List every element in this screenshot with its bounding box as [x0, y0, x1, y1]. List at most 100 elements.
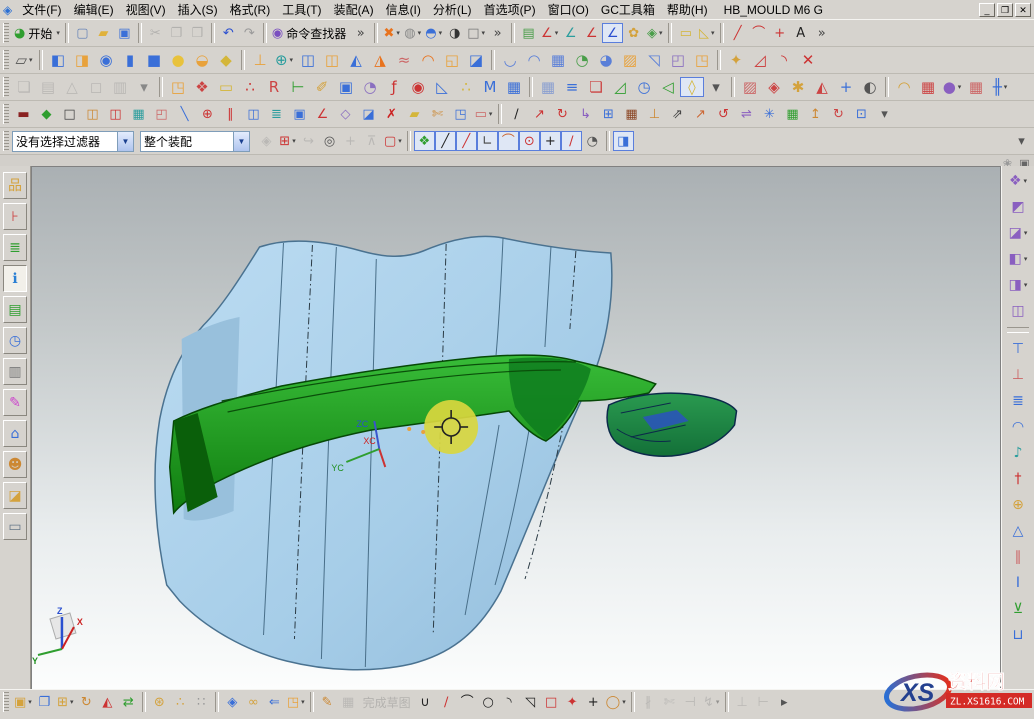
trim-sheet-icon[interactable]: ◪	[357, 104, 380, 124]
quick-trim-icon[interactable]: ✄	[659, 692, 680, 712]
snap-scope-icon[interactable]: ⊞▾	[277, 131, 298, 151]
pocket-icon[interactable]: ⊔	[1005, 623, 1031, 647]
dropdown-arrow-icon[interactable]: ▾	[292, 137, 296, 145]
revolve-icon[interactable]: ◉	[94, 50, 118, 70]
background-icon[interactable]: □▾	[465, 23, 487, 43]
general-selection-icon[interactable]: ◈	[256, 131, 277, 151]
dropdown-arrow-icon[interactable]: ▾	[958, 83, 962, 91]
angle-measure-icon[interactable]: ∠	[311, 104, 334, 124]
visual-snapshot-icon[interactable]: ❖	[190, 77, 214, 97]
dropdown-arrow-icon[interactable]: ▾	[489, 110, 493, 118]
rotate-arc-icon[interactable]: ↻	[551, 104, 574, 124]
dropdown-arrow-icon[interactable]: ▾	[1024, 281, 1028, 289]
shell-icon[interactable]: ◱	[440, 50, 464, 70]
deviation-gauge-icon[interactable]: +	[834, 77, 858, 97]
sketch-in-task-icon[interactable]: ✎	[317, 692, 338, 712]
hourglass-icon[interactable]: ◊	[680, 77, 704, 97]
update-views-icon[interactable]: ▥	[108, 77, 132, 97]
product-interface-icon[interactable]: ◳▾	[285, 692, 307, 712]
row5-more-icon[interactable]: ▾	[1011, 131, 1032, 151]
move-point-icon[interactable]: ↗	[689, 104, 712, 124]
mold-tools-icon[interactable]: ◫	[1005, 299, 1031, 323]
annotation-icon[interactable]: ▣	[334, 77, 358, 97]
shaded-edges-icon[interactable]: ◍▾	[402, 23, 423, 43]
toolbar-grip[interactable]	[3, 104, 9, 124]
people-icon[interactable]: ☻	[3, 451, 27, 478]
scale-icon[interactable]: ✳	[758, 104, 781, 124]
angle-check-icon[interactable]: ◿	[608, 77, 632, 97]
menu-format[interactable]: 格式(R)	[224, 0, 277, 19]
trim-mold-icon[interactable]: ♪	[1005, 441, 1031, 465]
dropdown-arrow-icon[interactable]: ▾	[56, 29, 60, 37]
dropdown-arrow-icon[interactable]: ▾	[418, 29, 422, 37]
csys-wcs-icon[interactable]: ∠	[560, 23, 581, 43]
color-grid-icon[interactable]: ▦	[127, 104, 150, 124]
menu-edit[interactable]: 编辑(E)	[68, 0, 120, 19]
exploded-view-icon[interactable]: ⊛	[149, 692, 170, 712]
menu-help[interactable]: 帮助(H)	[661, 0, 714, 19]
surface-curvature-icon[interactable]: ◔	[358, 77, 382, 97]
layers-icon[interactable]: ❏	[584, 77, 608, 97]
studio-surface-icon[interactable]: ◔	[570, 50, 594, 70]
row1-more-icon[interactable]: »	[811, 23, 832, 43]
offset-curve-icon[interactable]: ∦	[638, 692, 659, 712]
make-corner-icon[interactable]: ↯▾	[701, 692, 722, 712]
draft-analysis-icon[interactable]: ◭	[810, 77, 834, 97]
feature-display-icon[interactable]: ▬	[12, 104, 35, 124]
assembly-navigator-icon[interactable]: 品	[3, 172, 27, 199]
csys-rotate-icon[interactable]: ∠	[581, 23, 602, 43]
row3-dd-icon[interactable]: ▾	[704, 77, 728, 97]
row4-more-icon[interactable]: ▾	[873, 104, 896, 124]
dropdown-arrow-icon[interactable]: ▾	[622, 698, 626, 706]
dropdown-arrow-icon[interactable]: ▾	[301, 698, 305, 706]
interpart-link-icon[interactable]: ∞	[243, 692, 264, 712]
combo-arrow-icon[interactable]: ▼	[233, 132, 249, 151]
expression-icon[interactable]: ƒ	[382, 77, 406, 97]
menu-insert[interactable]: 插入(S)	[172, 0, 224, 19]
rotate-view-ball-icon[interactable]: ◎	[319, 131, 340, 151]
dropdown-arrow-icon[interactable]: ▾	[1024, 229, 1028, 237]
cleanup-icon[interactable]: ✄	[426, 104, 449, 124]
styled-corner-icon[interactable]: ◿	[748, 50, 772, 70]
previous-selection-icon[interactable]: ↪	[298, 131, 319, 151]
sprue-bolt-icon[interactable]: ⊤	[1005, 337, 1031, 361]
sketch-fillet-icon[interactable]: ◝	[499, 692, 520, 712]
minimize-button[interactable]: _	[979, 3, 995, 17]
pattern-grid-icon[interactable]: ⊞	[597, 104, 620, 124]
compare-model-icon[interactable]: ◐	[858, 77, 882, 97]
combo-arrow-icon[interactable]: ▼	[117, 132, 133, 151]
wave-mode-icon[interactable]: ◈	[222, 692, 243, 712]
palette-icon[interactable]: ✿	[623, 23, 644, 43]
pattern-feature-icon[interactable]: ◆	[35, 104, 58, 124]
replace-component-icon[interactable]: ⇄	[118, 692, 139, 712]
fit-view-icon[interactable]: ✖▾	[381, 23, 402, 43]
lifter-icon[interactable]: ◠	[1005, 415, 1031, 439]
block-icon[interactable]: ■	[142, 50, 166, 70]
solid-face-snap-icon[interactable]: ◨	[613, 131, 634, 151]
parallel-lines-icon[interactable]: ∥	[219, 104, 242, 124]
wcs-orient-icon[interactable]: ↳	[574, 104, 597, 124]
sketch-circle-icon[interactable]: ○	[478, 692, 499, 712]
sketch-line-icon[interactable]: ∕	[436, 692, 457, 712]
free-transform-icon[interactable]: ◇	[334, 104, 357, 124]
gate-icon[interactable]: ⊻	[1005, 597, 1031, 621]
sketch-point-icon[interactable]: +	[583, 692, 604, 712]
split-body-icon[interactable]: ◮	[368, 50, 392, 70]
ellipse-icon[interactable]: ◯▾	[604, 692, 628, 712]
through-curves-icon[interactable]: ◠	[522, 50, 546, 70]
add-component-icon[interactable]: ⊞▾	[55, 692, 76, 712]
pin-pair-icon[interactable]: ∥	[1005, 545, 1031, 569]
clock-icon[interactable]: ◷	[632, 77, 656, 97]
bolt-icon[interactable]: I	[1005, 571, 1031, 595]
dropdown-arrow-icon[interactable]: ▾	[28, 698, 32, 706]
toolbar-grip[interactable]	[3, 692, 9, 712]
roles-icon[interactable]: ✎	[3, 389, 27, 416]
new-sheet-icon[interactable]: ❏	[12, 77, 36, 97]
info-center-icon[interactable]: ℹ	[3, 265, 27, 292]
grid-icon[interactable]: ▦	[536, 77, 560, 97]
datum-plane-icon[interactable]: ◧	[46, 50, 70, 70]
sew-icon[interactable]: ≈	[392, 50, 416, 70]
close-button[interactable]: ✕	[1015, 3, 1031, 17]
level-icon[interactable]: ⊢	[286, 77, 310, 97]
line-arrow-icon[interactable]: ↗	[528, 104, 551, 124]
